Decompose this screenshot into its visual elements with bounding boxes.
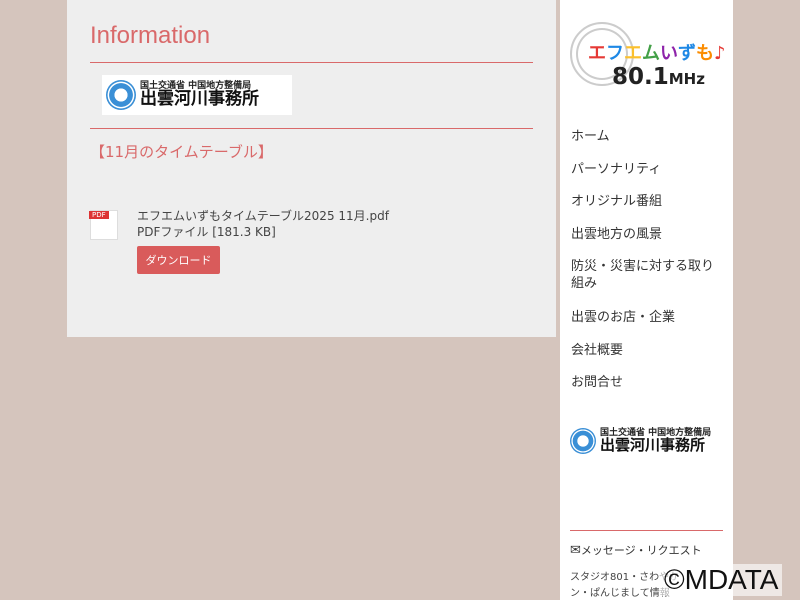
pdf-icon[interactable]: PDF (89, 210, 118, 240)
nav-original-programs[interactable]: オリジナル番組 (571, 193, 721, 210)
main-content: Information 国土交通省 中国地方整備局 出雲河川事務所 【11月のタイ… (67, 0, 556, 337)
nav-home[interactable]: ホーム (571, 128, 721, 145)
frequency: 80.1MHz (612, 64, 705, 90)
nav-scenery[interactable]: 出雲地方の風景 (571, 226, 721, 243)
sidebar: エフエムいずも♪ 80.1MHz ホーム パーソナリティ オリジナル番組 出雲地… (560, 0, 733, 600)
ministry-emblem-icon (570, 428, 596, 454)
ministry-emblem-icon (106, 80, 136, 110)
download-button[interactable]: ダウンロード (137, 246, 220, 274)
nav-personality[interactable]: パーソナリティ (571, 161, 721, 178)
divider (90, 62, 533, 63)
frequency-value: 80.1 (612, 64, 669, 90)
station-logo[interactable]: エフエムいずも♪ 80.1MHz (570, 22, 726, 92)
section-heading: 【11月のタイムテーブル】 (90, 143, 273, 161)
message-label: メッセージ・リクエスト (580, 544, 702, 557)
sidebar-text: ン・ぱんじまして情報 (570, 588, 670, 599)
logo-line2: 出雲河川事務所 (140, 89, 259, 109)
divider (570, 530, 723, 531)
pdf-label: PDF (89, 211, 109, 219)
nav-contact[interactable]: お問合せ (571, 374, 721, 391)
frequency-unit: MHz (668, 70, 705, 88)
station-name: エフエムいずも♪ (588, 43, 726, 64)
page-title: Information (90, 22, 211, 49)
nav-company[interactable]: 会社概要 (571, 342, 721, 359)
nav-disaster-prevention[interactable]: 防災・災害に対する取り組み (571, 258, 721, 292)
file-name[interactable]: エフエムいずもタイムテーブル2025 11月.pdf (137, 207, 389, 224)
office-logo-banner[interactable]: 国土交通省 中国地方整備局 出雲河川事務所 (570, 428, 711, 454)
file-meta: PDFファイル [181.3 KB] (137, 225, 276, 239)
nav-shops[interactable]: 出雲のお店・企業 (571, 309, 721, 326)
message-request-link[interactable]: ✉メッセージ・リクエスト (570, 542, 702, 558)
office-logo[interactable]: 国土交通省 中国地方整備局 出雲河川事務所 (102, 75, 292, 115)
watermark: ©MDATA (660, 564, 783, 596)
divider (90, 128, 533, 129)
mail-icon: ✉ (570, 543, 581, 558)
logo-line2: 出雲河川事務所 (600, 436, 706, 454)
